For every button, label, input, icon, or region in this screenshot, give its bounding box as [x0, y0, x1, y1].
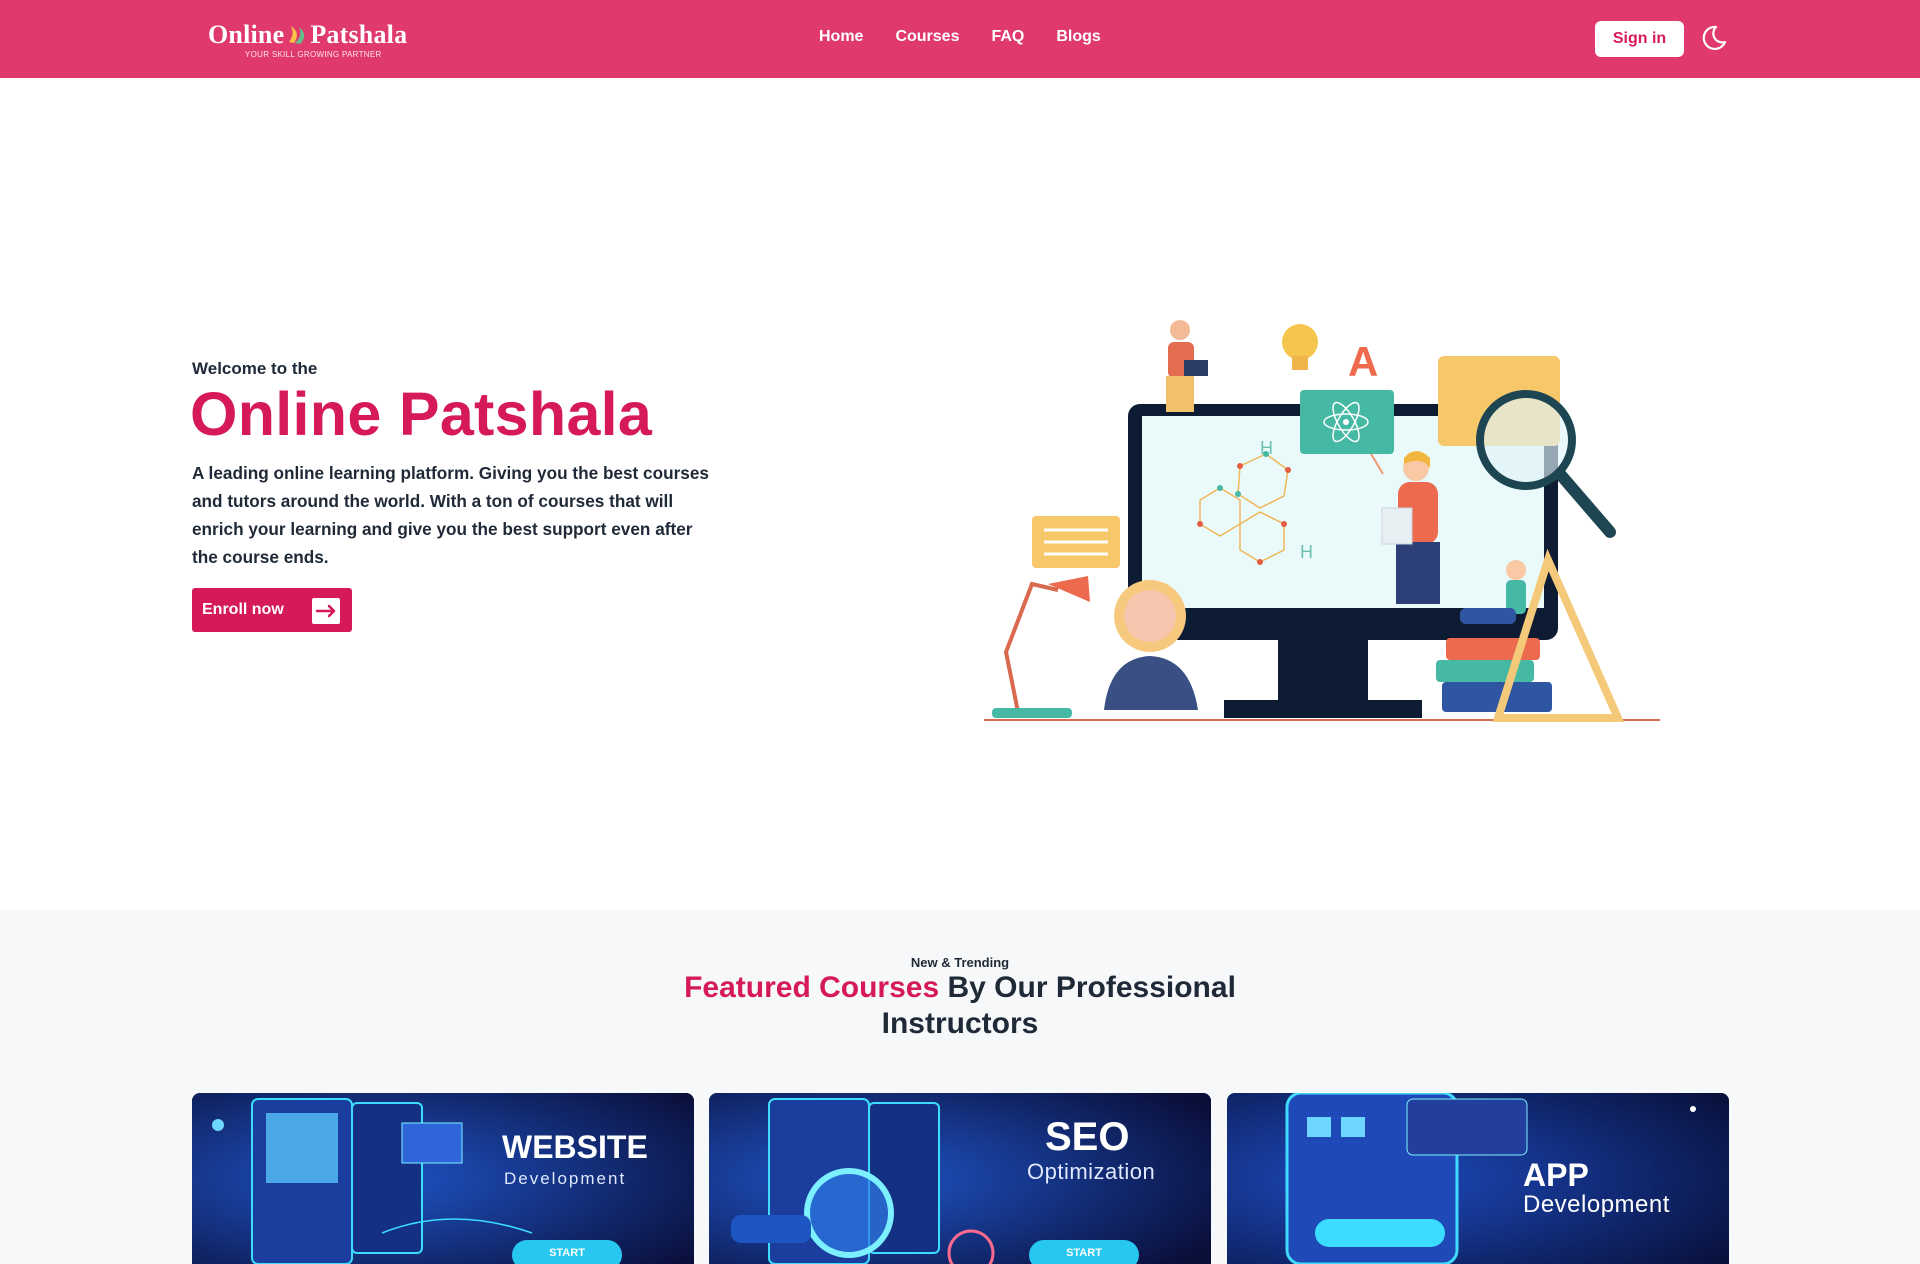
featured-title: Featured Courses By Our Professional Ins…	[660, 970, 1260, 1042]
course-image-app	[1227, 1093, 1729, 1264]
arrow-right-icon	[312, 598, 340, 624]
online-learning-illustration: H H A	[984, 320, 1660, 722]
logo-wordmark: Online Patshala	[208, 20, 407, 50]
nav-link-blogs[interactable]: Blogs	[1056, 28, 1100, 46]
enroll-now-button[interactable]: Enroll now	[192, 588, 352, 632]
logo-tagline: YOUR SKILL GROWING PARTNER	[245, 50, 382, 59]
hero-description: A leading online learning platform. Givi…	[192, 463, 709, 567]
logo-mark-icon	[289, 26, 305, 44]
site-logo[interactable]: Online Patshala YOUR SKILL GROWING PARTNE…	[208, 20, 414, 62]
hero-welcome: Welcome to the	[192, 359, 318, 378]
featured-title-accent: Featured Courses	[684, 971, 940, 1004]
nav-link-home[interactable]: Home	[819, 28, 863, 46]
course-subtitle-website: Development	[504, 1169, 627, 1188]
course-title-seo: SEO	[1045, 1115, 1130, 1159]
logo-text-patshala: Patshala	[310, 20, 408, 49]
svg-text:H: H	[1260, 438, 1273, 458]
course-start-website: START	[512, 1240, 622, 1264]
svg-text:A: A	[1348, 338, 1378, 385]
moon-icon[interactable]	[1699, 24, 1727, 52]
nav-link-faq[interactable]: FAQ	[991, 28, 1024, 46]
course-start-seo: START	[1029, 1240, 1139, 1264]
hero-title: Online Patshala	[190, 380, 653, 448]
logo-text-online: Online	[208, 20, 285, 49]
navbar: Online Patshala YOUR SKILL GROWING PARTNE…	[0, 0, 1920, 78]
sign-in-button[interactable]: Sign in	[1595, 21, 1684, 57]
main-nav: Home Courses FAQ Blogs	[819, 28, 1133, 46]
enroll-label: Enroll now	[202, 601, 284, 618]
course-title-website: WEBSITE	[502, 1129, 648, 1165]
course-subtitle-seo: Optimization	[1027, 1159, 1156, 1184]
nav-link-courses[interactable]: Courses	[895, 28, 959, 46]
course-card-seo[interactable]: SEO Optimization START	[709, 1093, 1211, 1264]
course-card-website[interactable]: WEBSITE Development START	[192, 1093, 694, 1264]
course-title-app: APP	[1523, 1157, 1589, 1193]
course-card-app[interactable]: APP Development	[1227, 1093, 1729, 1264]
svg-text:H: H	[1300, 542, 1313, 562]
course-subtitle-app: Development	[1523, 1191, 1670, 1218]
featured-eyebrow: New & Trending	[910, 955, 1010, 970]
